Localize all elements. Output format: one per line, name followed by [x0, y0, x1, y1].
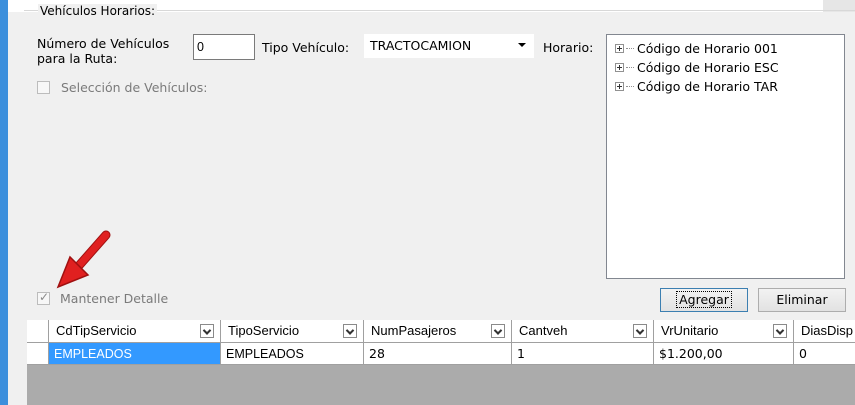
column-header-label: VrUnitario [661, 323, 719, 338]
table-cell[interactable]: 28 [364, 343, 512, 365]
horario-label: Horario: [543, 40, 594, 55]
agregar-button[interactable]: Agregar [660, 288, 748, 312]
tipo-vehiculo-label: Tipo Vehículo: [262, 40, 350, 55]
tipo-vehiculo-value: TRACTOCAMION [370, 38, 472, 53]
red-arrow-icon [56, 230, 111, 289]
table-cell[interactable]: 0 [794, 343, 855, 365]
tree-item-label: Código de Horario ESC [637, 60, 779, 75]
num-vehiculos-input[interactable] [193, 34, 255, 60]
group-title: Vehículos Horarios: [38, 4, 158, 18]
chevron-down-icon[interactable] [200, 324, 214, 338]
agregar-label: Agregar [676, 291, 732, 308]
column-header-numpasajeros[interactable]: NumPasajeros [364, 320, 512, 343]
column-header-cantveh[interactable]: Cantveh [512, 320, 654, 343]
column-header-label: NumPasajeros [371, 323, 457, 338]
chevron-down-icon[interactable] [518, 43, 526, 47]
chevron-down-icon[interactable] [773, 324, 787, 338]
column-header-cdtipservicio[interactable]: CdTipServicio [49, 320, 221, 343]
row-header-corner [27, 320, 49, 343]
check-icon: ✓ [39, 290, 50, 304]
horario-tree[interactable]: Código de Horario 001 Código de Horario … [606, 34, 845, 279]
chevron-down-icon[interactable] [633, 324, 647, 338]
column-header-vrunitario[interactable]: VrUnitario [654, 320, 794, 343]
column-header-label: Cantveh [519, 323, 568, 338]
mantener-detalle-label: Mantener Detalle [60, 291, 169, 306]
tree-item-horario[interactable]: Código de Horario ESC [607, 58, 844, 77]
chevron-down-icon[interactable] [491, 324, 505, 338]
column-header-diasdisp[interactable]: DiasDisp [794, 320, 855, 343]
left-accent-bar [0, 0, 8, 405]
grid-header-row: CdTipServicio TipoServicio NumPasajeros … [27, 320, 855, 343]
chevron-down-icon[interactable] [343, 324, 357, 338]
eliminar-label: Eliminar [776, 292, 828, 307]
num-vehiculos-label: Número de Vehículos para la Ruta: [37, 36, 170, 66]
table-cell-selected[interactable]: EMPLEADOS [49, 343, 221, 365]
tree-item-horario[interactable]: Código de Horario 001 [607, 39, 844, 58]
plus-expander-icon[interactable] [615, 82, 624, 91]
tree-connector [626, 66, 634, 69]
tree-item-label: Código de Horario TAR [637, 79, 778, 94]
mantener-detalle-checkbox[interactable]: ✓ [37, 290, 50, 305]
table-cell[interactable]: $1.200,00 [654, 343, 794, 365]
table-row[interactable]: EMPLEADOS EMPLEADOS 28 1 $1.200,00 0 [27, 343, 855, 365]
column-header-label: CdTipServicio [56, 323, 137, 338]
tree-connector [626, 85, 634, 88]
row-header[interactable] [27, 343, 49, 365]
table-cell[interactable]: EMPLEADOS [221, 343, 364, 365]
column-header-label: DiasDisp [801, 323, 854, 338]
plus-expander-icon[interactable] [615, 44, 624, 53]
servicios-grid[interactable]: CdTipServicio TipoServicio NumPasajeros … [27, 320, 855, 405]
tree-item-label: Código de Horario 001 [637, 41, 778, 56]
column-header-tiposervicio[interactable]: TipoServicio [221, 320, 364, 343]
seleccion-vehiculos-label: Selección de Vehículos: [61, 80, 208, 95]
plus-expander-icon[interactable] [615, 63, 624, 72]
eliminar-button[interactable]: Eliminar [758, 288, 846, 312]
column-header-label: TipoServicio [228, 323, 300, 338]
seleccion-vehiculos-checkbox[interactable] [37, 81, 50, 94]
tree-connector [626, 47, 634, 50]
tipo-vehiculo-select[interactable]: TRACTOCAMION [364, 34, 534, 58]
tree-item-horario[interactable]: Código de Horario TAR [607, 77, 844, 96]
table-cell[interactable]: 1 [512, 343, 654, 365]
